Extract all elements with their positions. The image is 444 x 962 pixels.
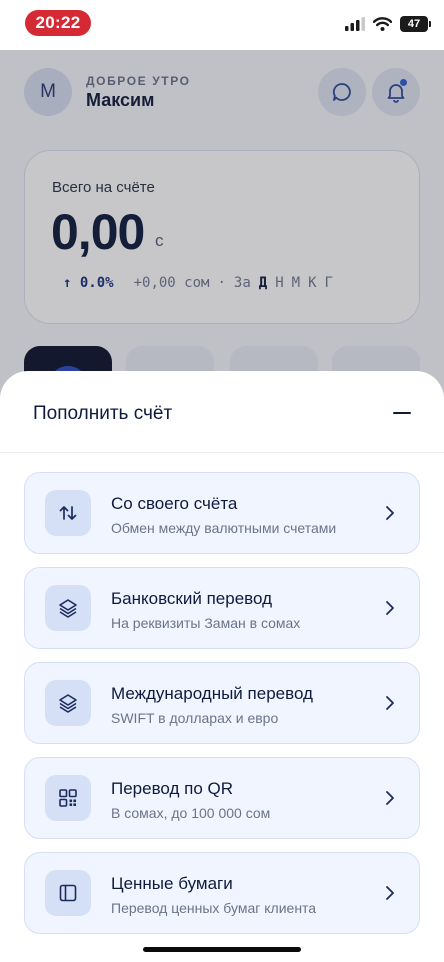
status-icons: 47 xyxy=(345,16,431,32)
wifi-icon xyxy=(373,17,392,31)
option-icon-box xyxy=(45,775,91,821)
option-title: Международный перевод xyxy=(111,684,313,703)
option-title: Банковский перевод xyxy=(111,589,272,608)
option-subtitle: SWIFT в долларах и евро xyxy=(111,710,279,726)
option-icon-box xyxy=(45,585,91,631)
transfer-arrows-icon xyxy=(59,506,77,520)
sheet-header: Пополнить счёт xyxy=(0,371,444,453)
option-securities[interactable]: Ценные бумаги Перевод ценных бумаг клиен… xyxy=(24,852,420,934)
collapse-button[interactable] xyxy=(388,401,416,425)
chevron-right-icon xyxy=(386,886,394,900)
option-own-account[interactable]: Со своего счёта Обмен между валютными сч… xyxy=(24,472,420,554)
option-icon-box xyxy=(45,680,91,726)
layers-icon xyxy=(59,694,77,713)
status-time: 20:22 xyxy=(25,10,91,36)
minus-icon xyxy=(393,412,411,414)
option-icon-box xyxy=(45,490,91,536)
option-bank-transfer[interactable]: Банковский перевод На реквизиты Заман в … xyxy=(24,567,420,649)
chevron-right-icon xyxy=(386,506,394,520)
option-title: Перевод по QR xyxy=(111,779,234,798)
chevron-right-icon xyxy=(386,696,394,710)
option-subtitle: Обмен между валютными счетами xyxy=(111,520,337,536)
battery-icon: 47 xyxy=(400,16,431,32)
option-title: Ценные бумаги xyxy=(111,874,233,893)
qr-icon xyxy=(59,789,77,807)
option-international-transfer[interactable]: Международный перевод SWIFT в долларах и… xyxy=(24,662,420,744)
option-subtitle: Перевод ценных бумаг клиента xyxy=(111,900,317,916)
panel-icon xyxy=(59,884,77,902)
chevron-right-icon xyxy=(386,791,394,805)
layers-icon xyxy=(59,599,77,618)
option-icon-box xyxy=(45,870,91,916)
option-subtitle: На реквизиты Заман в сомах xyxy=(111,615,301,631)
option-subtitle: В сомах, до 100 000 сом xyxy=(111,805,271,821)
sheet-title: Пополнить счёт xyxy=(33,403,173,424)
chevron-right-icon xyxy=(386,601,394,615)
status-bar: 20:22 47 xyxy=(0,0,444,50)
option-title: Со своего счёта xyxy=(111,494,238,513)
top-up-options-list: Со своего счёта Обмен между валютными сч… xyxy=(24,472,420,947)
signal-icon xyxy=(345,17,365,31)
home-indicator[interactable] xyxy=(143,947,301,952)
option-qr-transfer[interactable]: Перевод по QR В сомах, до 100 000 сом xyxy=(24,757,420,839)
top-up-sheet: Пополнить счёт Со своего счёта Обмен меж… xyxy=(0,371,444,962)
